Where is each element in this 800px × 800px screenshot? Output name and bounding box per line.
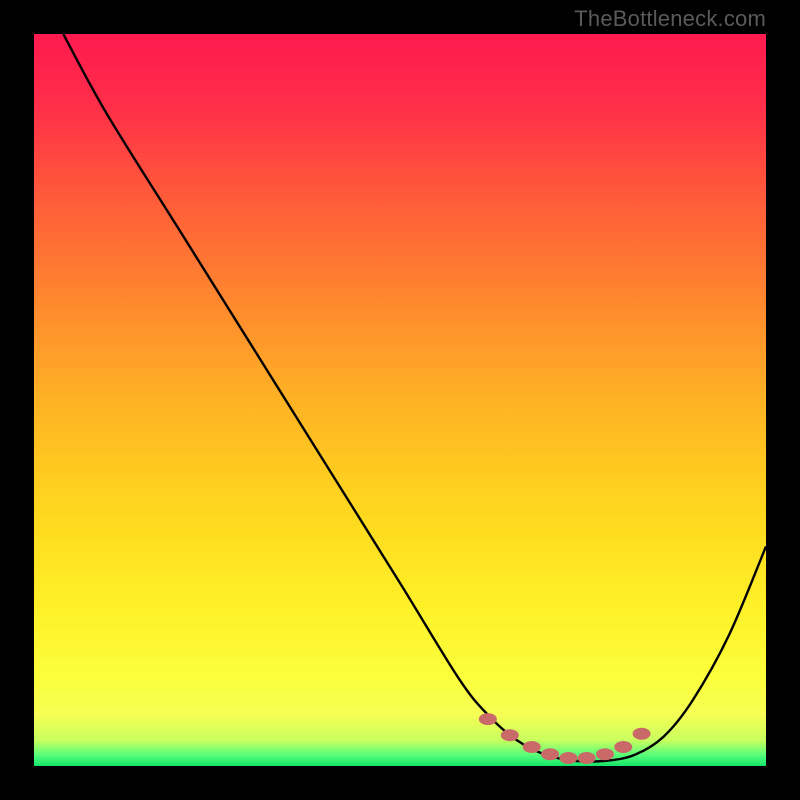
plot-area	[34, 34, 766, 766]
attribution-label: TheBottleneck.com	[574, 6, 766, 32]
background-gradient	[34, 34, 766, 766]
chart-frame: TheBottleneck.com	[0, 0, 800, 800]
